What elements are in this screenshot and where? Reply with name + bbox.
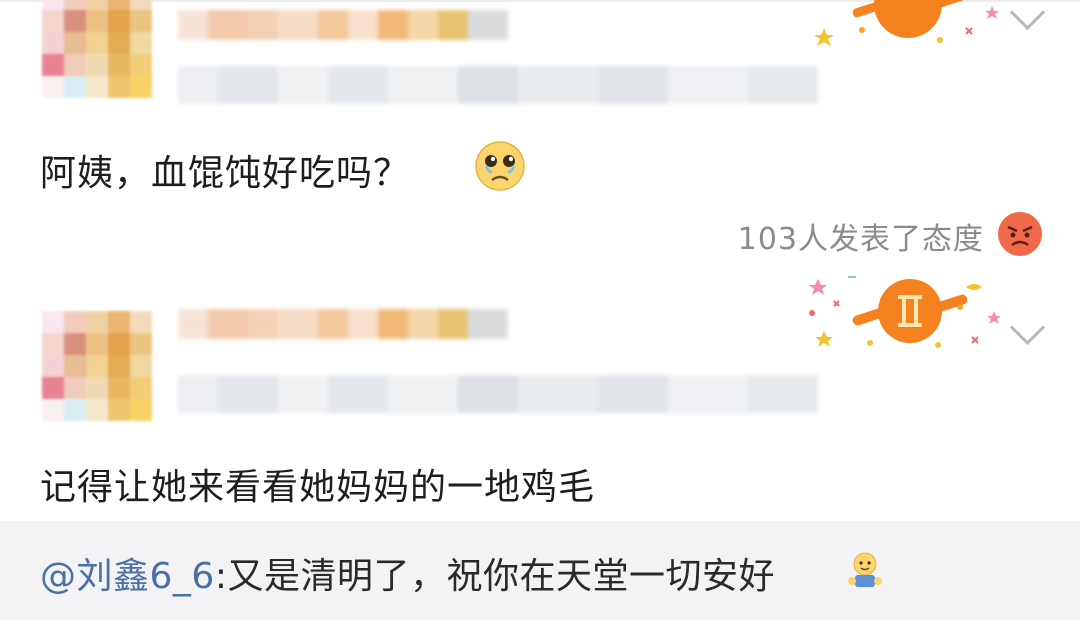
comment-meta-blurred [178,66,818,104]
reply-line: @刘鑫6_6:又是清明了，祝你在天堂一切安好 [40,547,775,599]
reaction-count-text[interactable]: 103人发表了态度 [738,214,984,258]
mention-link[interactable]: @刘鑫6_6 [40,556,215,597]
chevron-down-icon[interactable] [1009,0,1046,31]
reply-text: :又是清明了，祝你在天堂一切安好 [214,556,775,597]
username-blurred[interactable] [178,309,508,339]
comment-text: 记得让她来看看她妈妈的一地鸡毛 [40,467,596,508]
tearful-sad-face-emoji [475,141,525,191]
gemini-zodiac-badge [814,0,999,46]
avatar[interactable] [42,0,152,98]
gemini-zodiac-badge [809,276,1000,348]
comment-meta-blurred [178,375,818,413]
avatar[interactable] [42,311,152,421]
comment-text: 阿姨，血馄饨好吃吗？ [40,153,411,194]
comment-item: 阿姨，血馄饨好吃吗？ 103人发表了态度 [0,0,1080,275]
angry-face-emoji[interactable] [996,210,1044,258]
reply-preview[interactable]: @刘鑫6_6:又是清明了，祝你在天堂一切安好 [0,521,1080,620]
username-blurred[interactable] [178,10,508,40]
pray-emoji [848,552,882,587]
comment-item: 记得让她来看看她妈妈的一地鸡毛 [0,275,1080,520]
comment-feed: 阿姨，血馄饨好吃吗？ 103人发表了态度 记得让她来看看她妈妈的一地鸡毛 @刘鑫… [0,0,1080,620]
chevron-down-icon[interactable] [1009,309,1046,346]
